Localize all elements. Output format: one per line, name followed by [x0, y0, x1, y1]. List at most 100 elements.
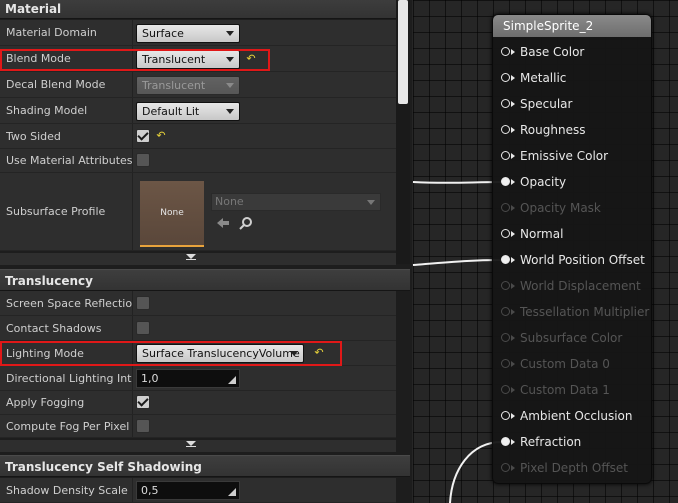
directional-lighting-intensity-input[interactable]: 1,0: [136, 369, 240, 388]
expand-advanced-translucency[interactable]: [0, 440, 396, 452]
node-pin[interactable]: Emissive Color: [493, 146, 651, 166]
node-title: SimpleSprite_2: [493, 15, 651, 37]
pin-label: World Displacement: [520, 279, 641, 293]
pin-arrow-icon: [511, 257, 515, 263]
chevron-down-icon: [226, 109, 234, 114]
row-screen-space-reflections: Screen Space Reflections: [0, 291, 396, 316]
dropdown-value: Surface: [142, 27, 184, 40]
node-pin[interactable]: Opacity Mask: [493, 198, 651, 218]
row-shadow-density-scale: Shadow Density Scale 0,5: [0, 478, 396, 503]
dropdown-value: Translucent: [142, 79, 206, 92]
property-label: Apply Fogging: [6, 396, 85, 409]
shading-model-dropdown[interactable]: Default Lit: [136, 102, 240, 121]
property-label: Use Material Attributes: [6, 154, 132, 167]
chevron-down-icon: [226, 31, 234, 36]
pin-arrow-icon: [511, 309, 515, 315]
reset-arrow-icon[interactable]: ↶: [154, 130, 168, 142]
node-pin[interactable]: Subsurface Color: [493, 328, 651, 348]
search-icon[interactable]: [239, 216, 253, 230]
property-label: Two Sided: [6, 129, 61, 143]
row-decal-blend-mode: Decal Blend Mode Translucent: [0, 72, 396, 98]
pin-arrow-icon: [511, 231, 515, 237]
chevron-down-icon: [226, 83, 234, 88]
property-label: Directional Lighting Intensity: [6, 371, 132, 385]
pin-label: Custom Data 1: [520, 383, 610, 397]
apply-fogging-checkbox[interactable]: [136, 395, 150, 409]
compute-fog-per-pixel-checkbox[interactable]: [136, 419, 150, 433]
node-pin[interactable]: World Position Offset: [493, 250, 651, 270]
pin-arrow-icon: [511, 101, 515, 107]
pin-label: Pixel Depth Offset: [520, 461, 628, 475]
contact-shadows-checkbox[interactable]: [136, 321, 150, 335]
node-pin[interactable]: Refraction: [493, 432, 651, 452]
section-title: Translucency: [5, 274, 93, 288]
input-value: 1,0: [141, 372, 159, 385]
node-pin[interactable]: Opacity: [493, 172, 651, 192]
pin-arrow-icon: [511, 413, 515, 419]
node-pin[interactable]: Tessellation Multiplier: [493, 302, 651, 322]
node-pin[interactable]: Custom Data 1: [493, 380, 651, 400]
row-compute-fog-per-pixel: Compute Fog Per Pixel: [0, 415, 396, 438]
pin-arrow-icon: [511, 205, 515, 211]
pin-label: Custom Data 0: [520, 357, 610, 371]
row-directional-lighting-intensity: Directional Lighting Intensity 1,0: [0, 366, 396, 391]
asset-value: None: [215, 195, 244, 208]
pin-label: Subsurface Color: [520, 331, 623, 345]
chevron-down-icon: [367, 200, 375, 205]
property-label: Contact Shadows: [6, 321, 102, 335]
pin-arrow-icon: [511, 361, 515, 367]
pin-label: Emissive Color: [520, 149, 609, 163]
pin-circle-icon: [501, 437, 510, 446]
section-header-translucency[interactable]: Translucency: [0, 269, 410, 291]
highlight-lighting-mode: [0, 341, 342, 366]
pin-arrow-icon: [511, 75, 515, 81]
row-two-sided: Two Sided ↶: [0, 124, 396, 149]
shadow-density-scale-input[interactable]: 0,5: [136, 481, 240, 500]
node-pin[interactable]: Metallic: [493, 68, 651, 88]
node-pin[interactable]: Base Color: [493, 42, 651, 62]
pin-label: Specular: [520, 97, 573, 111]
subsurface-profile-thumbnail[interactable]: None: [140, 181, 204, 247]
use-material-attributes-checkbox[interactable]: [136, 153, 150, 167]
pin-circle-icon: [501, 47, 510, 56]
node-pin[interactable]: Pixel Depth Offset: [493, 458, 651, 478]
material-output-node[interactable]: SimpleSprite_2 Base Color Metallic Specula…: [492, 14, 652, 484]
pin-label: Metallic: [520, 71, 567, 85]
node-pin[interactable]: Normal: [493, 224, 651, 244]
node-pin[interactable]: Custom Data 0: [493, 354, 651, 374]
row-contact-shadows: Contact Shadows: [0, 316, 396, 341]
pin-label: Tessellation Multiplier: [520, 305, 650, 319]
property-label: Decal Blend Mode: [6, 78, 106, 91]
section-title: Translucency Self Shadowing: [5, 460, 202, 474]
pin-circle-icon: [501, 125, 510, 134]
pin-label: World Position Offset: [520, 253, 645, 267]
pin-circle-icon: [501, 177, 510, 186]
arrow-left-icon[interactable]: [216, 217, 230, 229]
expand-advanced-material[interactable]: [0, 253, 396, 265]
pin-label: Refraction: [520, 435, 582, 449]
subsurface-profile-asset-picker[interactable]: None: [211, 193, 381, 211]
pin-circle-icon: [501, 307, 510, 316]
pin-circle-icon: [501, 463, 510, 472]
section-header-self-shadowing[interactable]: Translucency Self Shadowing: [0, 455, 410, 477]
pin-label: Base Color: [520, 45, 585, 59]
node-pin[interactable]: Specular: [493, 94, 651, 114]
pin-arrow-icon: [511, 283, 515, 289]
pin-arrow-icon: [511, 387, 515, 393]
pin-circle-icon: [501, 411, 510, 420]
pin-arrow-icon: [511, 465, 515, 471]
scrollbar-thumb[interactable]: [398, 0, 408, 104]
property-label: Subsurface Profile: [6, 205, 106, 218]
screen-space-reflections-checkbox[interactable]: [136, 296, 150, 310]
two-sided-checkbox[interactable]: [136, 129, 150, 143]
property-label: Compute Fog Per Pixel: [6, 419, 130, 433]
node-pin[interactable]: Roughness: [493, 120, 651, 140]
material-domain-dropdown[interactable]: Surface: [136, 24, 240, 43]
row-apply-fogging: Apply Fogging: [0, 391, 396, 415]
pin-arrow-icon: [511, 439, 515, 445]
pin-circle-icon: [501, 151, 510, 160]
section-header-material[interactable]: Material: [0, 0, 410, 19]
highlight-blend-mode: [0, 49, 270, 71]
node-pin[interactable]: Ambient Occlusion: [493, 406, 651, 426]
node-pin[interactable]: World Displacement: [493, 276, 651, 296]
